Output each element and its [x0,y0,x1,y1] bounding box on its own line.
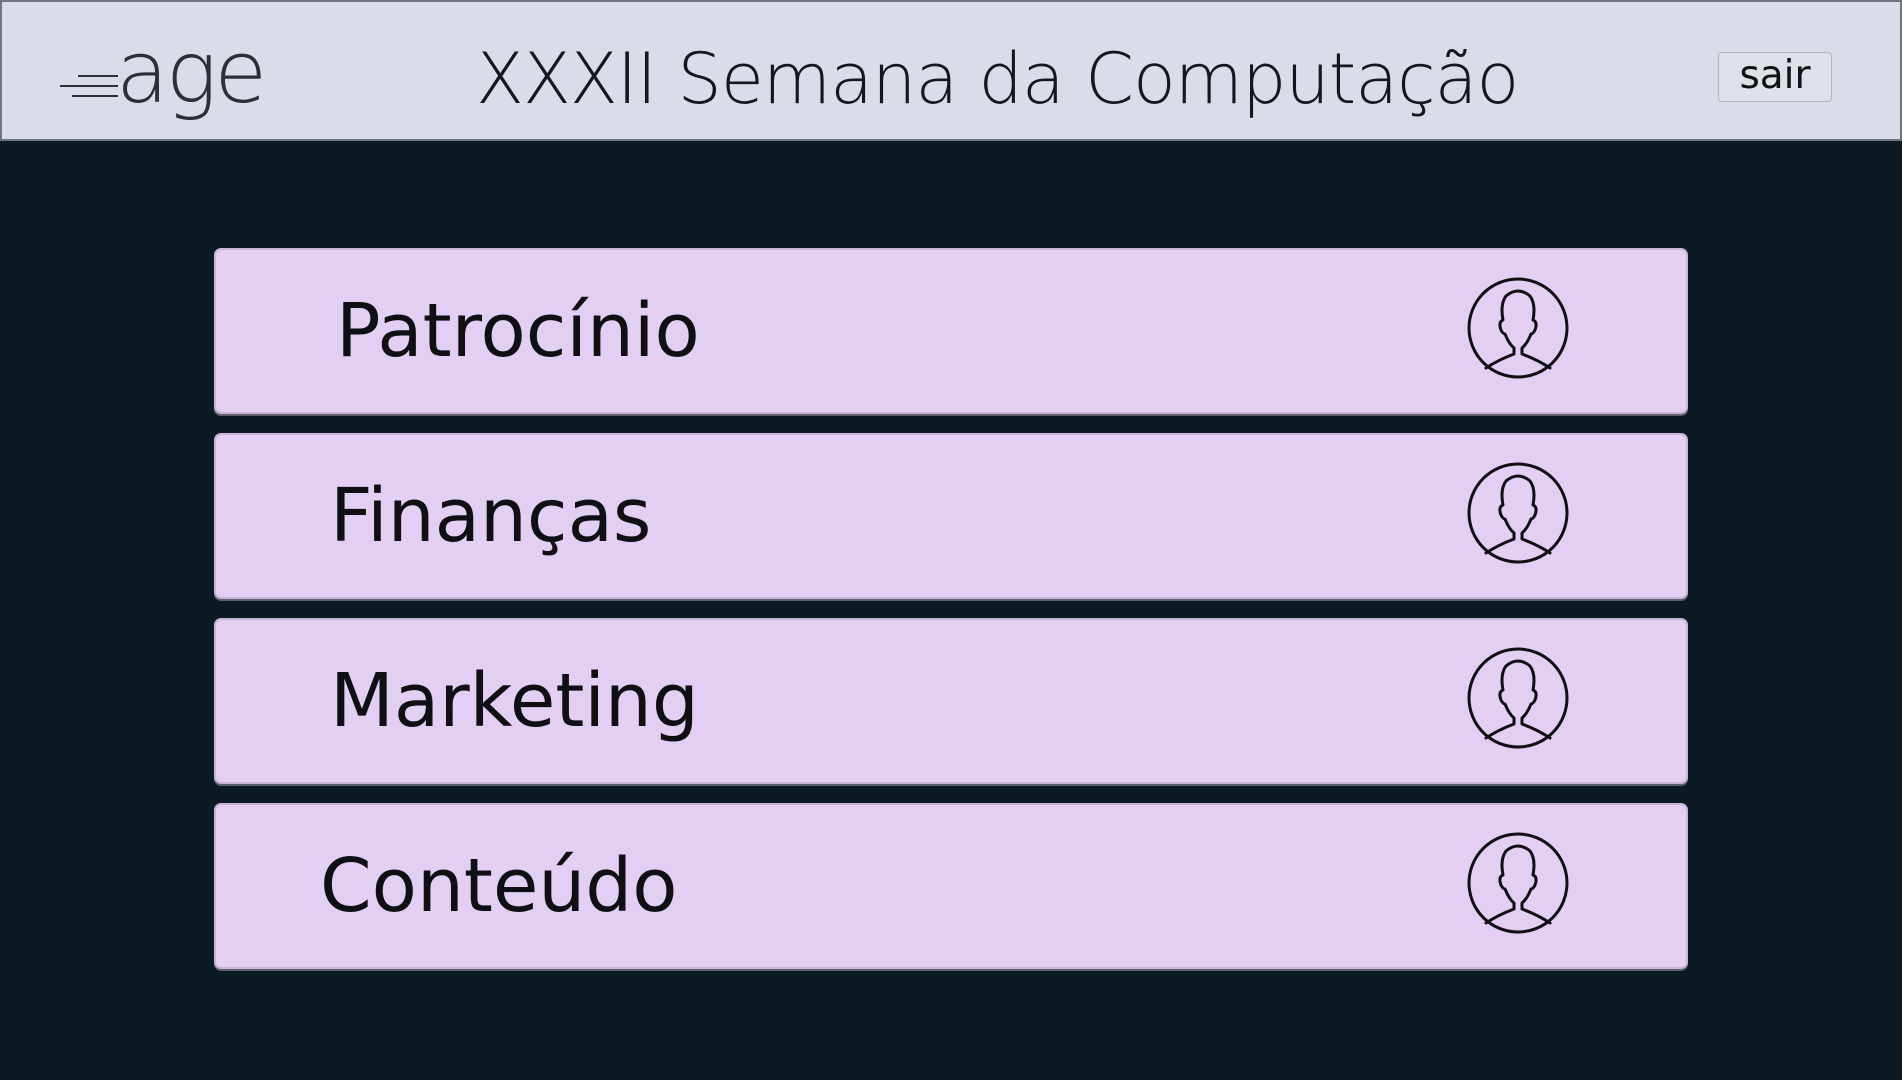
menu-item-conteudo[interactable]: Conteúdo [214,803,1688,969]
menu-item-patrocinio[interactable]: Patrocínio [214,248,1688,414]
logout-button[interactable]: sair [1718,52,1832,102]
menu-item-label: Patrocínio [336,288,700,374]
user-avatar-icon [1466,276,1570,380]
age-logo: age [60,23,267,132]
menu-item-financas[interactable]: Finanças [214,433,1688,599]
user-avatar-icon [1466,646,1570,750]
logo-speed-lines [60,63,118,113]
logo-text: age [116,23,267,123]
menu-item-label: Marketing [330,658,699,744]
top-header: age XXXII Semana da Computação sair [0,0,1902,141]
page-title: XXXII Semana da Computação [476,38,1519,120]
menu-item-label: Finanças [330,473,652,559]
user-avatar-icon [1466,831,1570,935]
user-avatar-icon [1466,461,1570,565]
menu-item-marketing[interactable]: Marketing [214,618,1688,784]
department-menu: Patrocínio Finanças Marketing Conteúdo [214,248,1688,988]
menu-item-label: Conteúdo [320,843,678,929]
